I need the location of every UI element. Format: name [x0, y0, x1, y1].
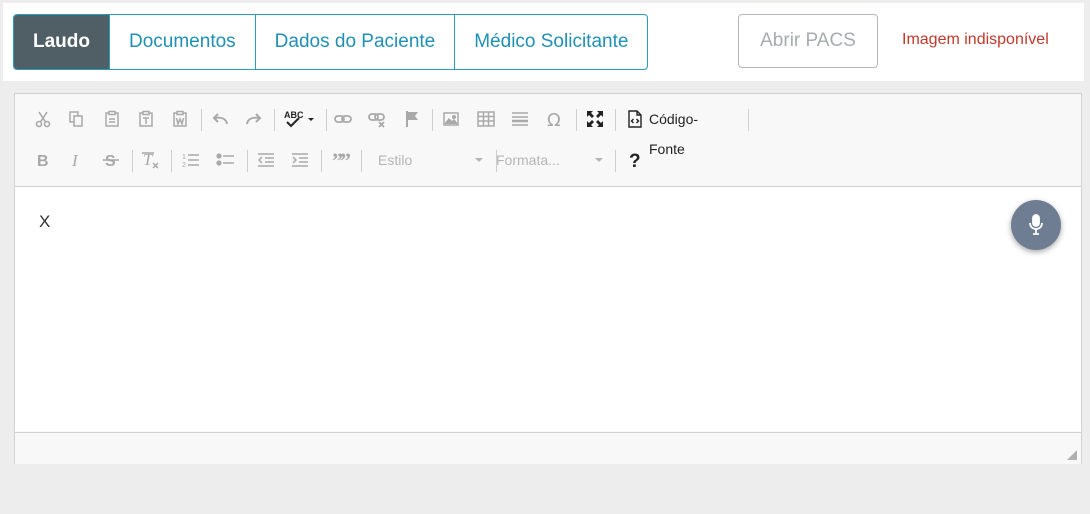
paste-icon[interactable] — [98, 104, 126, 134]
source-icon[interactable] — [621, 104, 649, 134]
toolbar-separator — [321, 150, 322, 172]
toolbar-separator — [247, 150, 248, 172]
blockquote-icon[interactable]: ”” — [327, 145, 355, 175]
maximize-icon[interactable] — [581, 104, 609, 134]
strike-icon[interactable]: S — [97, 145, 125, 175]
outdent-icon[interactable] — [252, 145, 280, 175]
editor-toolbar: ABC Ω Código-Fonte B I S T 1 2 ” ” Estil… — [15, 94, 1081, 187]
style-combo-label: Estilo — [378, 152, 413, 168]
rich-text-editor: ABC Ω Código-Fonte B I S T 1 2 ” ” Estil… — [14, 93, 1082, 464]
toolbar-separator — [171, 150, 172, 172]
italic-icon[interactable]: I — [62, 145, 90, 175]
toolbar-separator — [132, 150, 133, 172]
format-combo[interactable]: Formata... — [496, 148, 603, 172]
toolbar-separator — [432, 109, 433, 131]
open-pacs-button[interactable]: Abrir PACS — [738, 14, 878, 68]
copy-icon[interactable] — [62, 104, 90, 134]
toolbar-separator — [326, 109, 327, 131]
chevron-down-icon — [475, 158, 483, 162]
toolbar-separator — [615, 150, 616, 172]
format-combo-label: Formata... — [496, 152, 560, 168]
svg-text:I: I — [71, 151, 79, 169]
paste-word-icon[interactable] — [166, 104, 194, 134]
table-icon[interactable] — [472, 104, 500, 134]
svg-text:2: 2 — [182, 162, 186, 169]
style-combo[interactable]: Estilo — [378, 148, 483, 172]
toolbar-separator — [748, 109, 749, 131]
tab-dados-paciente[interactable]: Dados do Paciente — [254, 15, 455, 69]
svg-text:”: ” — [340, 151, 351, 169]
chevron-down-icon — [595, 158, 603, 162]
remove-format-icon[interactable]: T — [137, 145, 165, 175]
microphone-icon — [1029, 214, 1043, 235]
undo-icon[interactable] — [206, 104, 234, 134]
source-button-label[interactable]: Código-Fonte — [649, 104, 698, 157]
toolbar-separator — [576, 109, 577, 131]
editor-content-text[interactable]: X — [39, 212, 50, 232]
numbered-list-icon[interactable]: 12 — [177, 145, 205, 175]
toolbar-separator — [361, 150, 362, 172]
unlink-icon[interactable] — [363, 104, 391, 134]
redo-icon[interactable] — [240, 104, 268, 134]
svg-text:B: B — [37, 153, 49, 169]
indent-icon[interactable] — [286, 145, 314, 175]
svg-text:ABC: ABC — [284, 110, 304, 120]
special-char-icon[interactable]: Ω — [541, 104, 569, 134]
bold-icon[interactable]: B — [29, 145, 57, 175]
editor-status-bar — [15, 432, 1081, 464]
cut-icon[interactable] — [29, 104, 57, 134]
bulleted-list-icon[interactable] — [212, 145, 240, 175]
svg-text:Ω: Ω — [547, 110, 561, 129]
editor-content-area[interactable]: X — [15, 187, 1081, 431]
horizontal-rule-icon[interactable] — [506, 104, 534, 134]
image-icon[interactable] — [437, 104, 465, 134]
paste-text-icon[interactable] — [132, 104, 160, 134]
image-status-label: Imagem indisponível — [902, 31, 1049, 48]
tab-medico-solicitante[interactable]: Médico Solicitante — [454, 15, 647, 69]
tab-documentos[interactable]: Documentos — [109, 15, 255, 69]
tab-laudo[interactable]: Laudo — [14, 15, 109, 69]
toolbar-separator — [201, 109, 202, 131]
help-icon[interactable]: ? — [621, 145, 649, 175]
anchor-flag-icon[interactable] — [398, 104, 426, 134]
microphone-button[interactable] — [1011, 200, 1061, 250]
toolbar-separator — [274, 109, 275, 131]
svg-text:?: ? — [629, 151, 641, 170]
link-icon[interactable] — [329, 104, 357, 134]
svg-text:S: S — [105, 153, 116, 169]
spellcheck-icon[interactable]: ABC — [280, 104, 320, 134]
resize-handle-icon[interactable] — [1067, 450, 1077, 460]
toolbar-separator — [615, 109, 616, 131]
tab-bar: Laudo Documentos Dados do Paciente Médic… — [13, 14, 649, 70]
svg-text:1: 1 — [182, 154, 186, 161]
